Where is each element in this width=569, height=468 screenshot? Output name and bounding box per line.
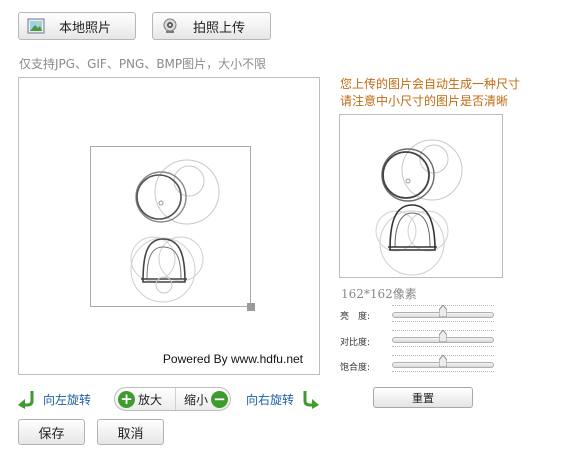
rotate-right-button[interactable]: 向右旋转 (246, 389, 320, 409)
saturation-slider-thumb[interactable] (439, 355, 447, 367)
reset-button[interactable]: 重置 (373, 387, 473, 408)
picture-icon (27, 18, 45, 34)
uploaded-image-sketch (130, 159, 220, 303)
brightness-label: 亮 度: (340, 312, 371, 322)
crop-resize-handle[interactable] (247, 303, 255, 311)
zoom-out-button[interactable]: 缩小 − (175, 388, 229, 410)
rotate-left-label: 向左旋转 (43, 392, 92, 407)
zoom-out-label: 缩小 (184, 392, 209, 407)
take-photo-tab[interactable]: 拍照上传 (152, 12, 271, 40)
take-photo-tab-label: 拍照上传 (193, 20, 246, 36)
preview-hint-line-2: 请注意中小尺寸的图片是否清晰 (340, 94, 509, 108)
minus-icon: − (211, 390, 229, 408)
crop-selection-box[interactable] (90, 146, 251, 307)
image-editor-canvas[interactable]: Powered By www.hdfu.net (18, 77, 320, 375)
save-button[interactable]: 保存 (18, 419, 85, 445)
brightness-slider[interactable] (392, 305, 494, 322)
saturation-slider[interactable] (392, 355, 494, 372)
rotate-right-label: 向右旋转 (246, 392, 295, 407)
rotate-left-button[interactable]: 向左旋转 (18, 389, 91, 409)
rotate-left-icon (18, 391, 34, 409)
plus-icon: + (118, 390, 135, 408)
saturation-label: 饱合度: (340, 363, 371, 373)
preview-hint-line-1: 您上传的图片会自动生成一种尺寸 (340, 77, 521, 91)
powered-by-text: Powered By www.hdfu.net (162, 352, 303, 366)
local-photo-tab-label: 本地照片 (59, 20, 112, 36)
contrast-slider-thumb[interactable] (439, 330, 447, 342)
contrast-label: 对比度: (340, 338, 371, 348)
preview-image-sketch (375, 139, 463, 276)
supported-formats-note: 仅支持JPG、GIF、PNG、BMP图片，大小不限 (19, 57, 267, 71)
preview-size-label: 162*162像素 (341, 287, 417, 301)
preview-hint: 您上传的图片会自动生成一种尺寸 请注意中小尺寸的图片是否清晰 (340, 76, 520, 110)
brightness-slider-thumb[interactable] (439, 305, 447, 317)
webcam-icon (163, 18, 177, 33)
local-photo-tab[interactable]: 本地照片 (18, 12, 136, 40)
cancel-button[interactable]: 取消 (97, 419, 164, 445)
rotate-right-icon (303, 391, 320, 409)
avatar-preview (339, 114, 503, 278)
zoom-in-button[interactable]: + 放大 (118, 388, 162, 410)
zoom-in-label: 放大 (138, 392, 163, 407)
zoom-controls: + 放大 缩小 − (114, 387, 231, 411)
contrast-slider[interactable] (392, 330, 494, 347)
